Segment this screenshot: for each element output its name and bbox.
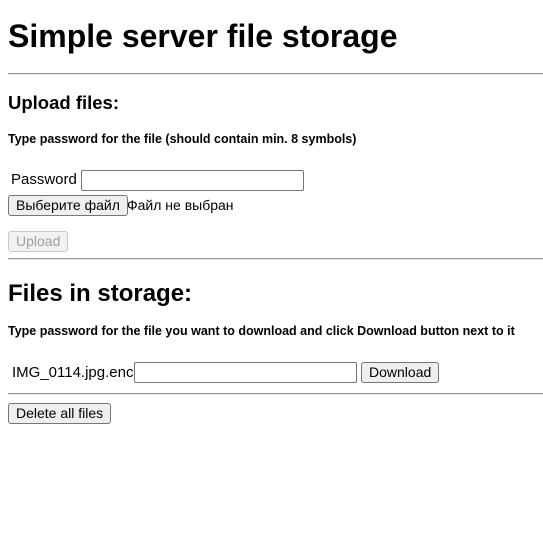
file-name: IMG_0114.jpg.enc xyxy=(12,364,134,381)
divider xyxy=(8,393,543,395)
file-status-text: Файл не выбран xyxy=(127,197,234,213)
divider xyxy=(8,258,543,260)
upload-heading: Upload files: xyxy=(8,92,120,113)
divider xyxy=(8,73,543,75)
storage-hint: Type password for the file you want to d… xyxy=(8,324,515,338)
page-title: Simple server file storage xyxy=(8,18,398,54)
upload-password-input[interactable] xyxy=(81,170,304,191)
upload-button[interactable]: Upload xyxy=(8,231,69,252)
delete-all-files-button[interactable]: Delete all files xyxy=(8,403,112,424)
storage-heading: Files in storage: xyxy=(8,280,193,307)
password-label: Password xyxy=(11,171,77,188)
file-password-input[interactable] xyxy=(134,362,357,383)
upload-hint: Type password for the file (should conta… xyxy=(8,132,357,146)
choose-file-button[interactable]: Выберите файл xyxy=(8,195,128,216)
download-button[interactable]: Download xyxy=(361,362,440,383)
